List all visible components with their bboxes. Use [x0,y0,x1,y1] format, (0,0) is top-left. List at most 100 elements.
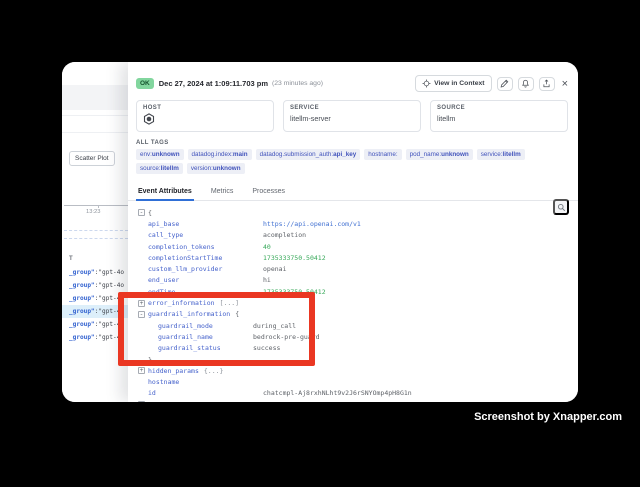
attribute-key[interactable]: completionStartTime [148,254,263,262]
log-row-key: _group" [69,282,95,289]
attribute-key[interactable]: hostname [148,378,263,386]
tag-key: datadog.submission_auth: [260,151,334,158]
attribute-row: completion_tokens40 [136,241,578,252]
host-hexagon-icon [143,113,155,125]
export-button[interactable] [539,77,555,91]
axis-tick [98,205,99,208]
attribute-key[interactable]: call_type [148,231,263,239]
attribute-row: completionStartTime1735333750.50412 [136,252,578,263]
bell-icon [521,79,530,88]
tag-pill[interactable]: source:litellm [136,163,183,174]
service-value: litellm-server [290,114,414,123]
attribute-value[interactable]: https://api.openai.com/v1 [263,220,361,228]
source-value: litellm [437,114,561,123]
attribute-key[interactable]: hidden_params [148,367,199,375]
all-tags-label: ALL TAGS [128,140,578,146]
tag-value: main [233,151,248,158]
panel-header: OK Dec 27, 2024 at 1:09:11.703 pm (23 mi… [128,62,578,98]
attribute-row: -{ [136,207,578,218]
search-icon [557,203,566,212]
tag-value: unknown [441,151,469,158]
attribute-row: +hidden_params {...} [136,365,578,376]
tag-pill[interactable]: service:litellm [477,149,525,160]
log-row[interactable]: _group":"gpt-4o [62,279,128,292]
log-row[interactable]: _group":"gpt-4o [62,266,128,279]
expand-icon[interactable]: + [138,367,145,374]
service-box[interactable]: SERVICE litellm-server [283,100,421,132]
attribute-value: {...} [204,367,224,375]
monitor-bell-button[interactable] [518,77,534,91]
tab-metrics[interactable]: Metrics [209,183,236,200]
attribute-key[interactable]: id [148,389,263,397]
log-row-key: _group" [69,334,95,341]
attribute-value: { [148,209,152,217]
divider [62,132,128,133]
host-label: HOST [143,105,267,111]
chart-x-axis [64,205,128,206]
log-row-key: _group" [69,269,95,276]
status-badge: OK [136,78,154,89]
target-icon [422,79,431,88]
tag-pill[interactable]: pod_name:unknown [406,149,473,160]
collapse-icon[interactable]: - [138,401,145,402]
tag-pill[interactable]: env:unknown [136,149,184,160]
source-label: SOURCE [437,105,561,111]
tag-key: version: [191,165,213,172]
close-button[interactable]: × [562,79,568,89]
tag-pill[interactable]: hostname: [364,149,401,160]
attribute-row: call_typeacompletion [136,230,578,241]
attribute-key[interactable]: end_user [148,276,263,284]
attribute-value: chatcmpl-Aj8rxhNLht9v2J6rSNYOmp4pH8G1n [263,389,412,397]
attribute-key[interactable]: custom_llm_provider [148,265,263,273]
attribute-row: custom_llm_provideropenai [136,263,578,274]
tag-value: litellm [161,165,179,172]
view-in-context-button[interactable]: View in Context [415,75,491,92]
scatter-plot-button[interactable]: Scatter Plot [69,151,115,166]
tag-key: hostname: [368,151,397,158]
tag-value: litellm [502,151,520,158]
attribute-value: [ [184,401,188,402]
attribute-row: hostname [136,376,578,387]
event-timestamp: Dec 27, 2024 at 1:09:11.703 pm [159,79,268,88]
attribute-row: -messages [ [136,399,578,402]
source-box[interactable]: SOURCE litellm [430,100,568,132]
search-attributes-button[interactable] [553,199,569,215]
share-icon [542,79,551,88]
axis-tick-label: 13:23 [86,209,101,215]
attribute-key[interactable]: completion_tokens [148,243,263,251]
tag-pill[interactable]: version:unknown [187,163,245,174]
tab-event-attributes[interactable]: Event Attributes [136,183,194,201]
tag-pill[interactable]: datadog.submission_auth:api_key [256,149,361,160]
summary-boxes: HOST SERVICE litellm-server SOURCE litel… [128,98,578,132]
gridline [64,238,128,239]
red-highlight-annotation [118,292,315,366]
log-row-key: _group" [69,295,95,302]
gridline [64,230,128,231]
tag-key: pod_name: [410,151,442,158]
tag-list: env:unknowndatadog.index:maindatadog.sub… [128,149,578,174]
view-in-context-label: View in Context [434,80,484,87]
watermark-text: Screenshot by Xnapper.com [474,411,622,423]
attribute-value: 1735333750.50412 [263,254,326,262]
detail-tabs: Event Attributes Metrics Processes [128,183,578,201]
log-row-key: _group" [69,321,95,328]
tag-pill[interactable]: datadog.index:main [188,149,252,160]
close-icon: × [562,79,568,89]
relative-time: (23 minutes ago) [272,80,323,87]
edit-button[interactable] [497,77,513,91]
attribute-row: idchatcmpl-Aj8rxhNLht9v2J6rSNYOmp4pH8G1n [136,388,578,399]
attribute-key[interactable]: messages [148,401,179,402]
facet-band [62,85,128,110]
collapse-icon[interactable]: - [138,209,145,216]
log-row-value: :"gpt-4o [95,282,124,289]
tab-processes[interactable]: Processes [250,183,287,200]
list-column-header: T [69,256,73,262]
host-box[interactable]: HOST [136,100,274,132]
attribute-key[interactable]: api_base [148,220,263,228]
attribute-value: hi [263,276,271,284]
attribute-value: 40 [263,243,271,251]
log-row-value: :"gpt-4o [95,269,124,276]
divider [62,115,128,116]
tag-key: env: [140,151,152,158]
service-label: SERVICE [290,105,414,111]
